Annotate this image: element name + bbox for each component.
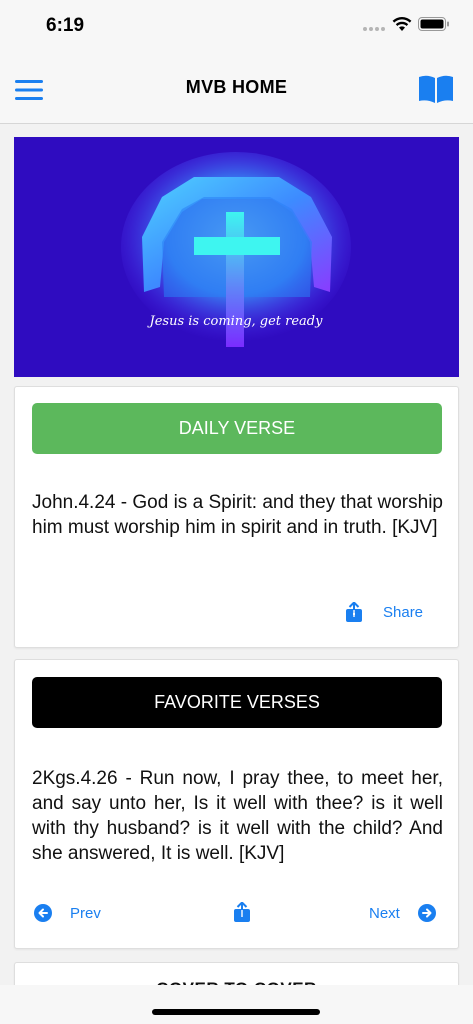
next-label: Next (369, 904, 400, 922)
share-icon (346, 602, 362, 622)
daily-verse-card: DAILY VERSE John.4.24 - God is a Spirit:… (14, 386, 459, 648)
daily-verse-text: John.4.24 - God is a Spirit: and they th… (32, 492, 443, 538)
wifi-icon (392, 17, 412, 31)
bottom-safe-area (0, 985, 473, 1024)
banner-caption: Jesus is coming, get ready (147, 314, 324, 329)
favorite-verses-button[interactable]: FAVORITE VERSES (32, 677, 442, 728)
share-favorite-button[interactable] (233, 902, 251, 923)
home-indicator[interactable] (152, 1009, 320, 1015)
arrow-left-icon (34, 904, 52, 922)
daily-verse-button[interactable]: DAILY VERSE (32, 403, 442, 454)
battery-icon (418, 17, 449, 31)
next-button[interactable]: Next (369, 904, 436, 922)
share-label: Share (383, 604, 424, 621)
share-icon (234, 902, 250, 922)
arrow-right-icon (417, 904, 436, 922)
prev-label: Prev (70, 904, 101, 922)
status-time: 6:19 (46, 15, 85, 36)
cross-illustration: Jesus is coming, get ready (121, 152, 351, 347)
open-book-icon[interactable] (418, 74, 454, 104)
navigation-bar: MVB HOME (0, 52, 473, 124)
share-button[interactable]: Share (345, 602, 423, 623)
app-screen: 6:19 MVB HOME Jesus is coming, get ready… (0, 0, 473, 1024)
cellular-signal-icon (363, 27, 385, 31)
favorite-verses-card: FAVORITE VERSES 2Kgs.4.26 - Run now, I p… (14, 659, 459, 949)
favorite-verse-text: 2Kgs.4.26 - Run now, I pray thee, to mee… (32, 768, 443, 864)
prev-button[interactable]: Prev (34, 904, 101, 922)
page-title: MVB HOME (185, 77, 288, 97)
status-bar: 6:19 (0, 0, 473, 52)
banner-image: Jesus is coming, get ready (14, 137, 459, 377)
